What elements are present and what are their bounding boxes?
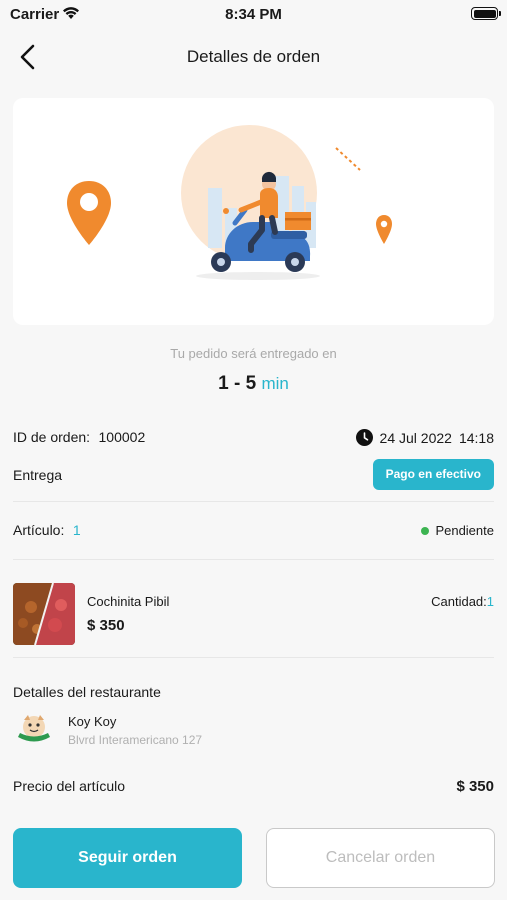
item-price-row: Precio del artículo $ 350 — [13, 778, 494, 796]
delivery-row: Entrega Pago en efectivo — [13, 459, 494, 490]
delivery-illustration-card — [13, 98, 494, 325]
action-footer: Seguir orden Cancelar orden — [0, 818, 507, 900]
cancel-order-button[interactable]: Cancelar orden — [266, 828, 495, 888]
delivery-scooter-illustration — [67, 125, 392, 280]
clock: 8:34 PM — [225, 6, 282, 23]
status-bar: Carrier 8:34 PM — [0, 0, 507, 30]
eta-unit: min — [261, 374, 289, 393]
order-id-label: ID de orden: — [13, 429, 91, 445]
quantity-label: Cantidad: — [431, 594, 487, 609]
order-status: Pendiente — [421, 523, 494, 538]
order-id-value: 100002 — [98, 429, 146, 445]
divider — [13, 559, 494, 560]
divider — [13, 657, 494, 658]
status-dot-icon — [421, 526, 430, 535]
page-title: Detalles de orden — [186, 47, 321, 66]
item-price: $ 350 — [87, 617, 125, 634]
order-time: 14:18 — [458, 429, 494, 446]
restaurant-address: Blvrd Interamericano 127 — [68, 733, 203, 747]
payment-method-badge: Pago en efectivo — [372, 459, 494, 490]
article-count: 1 — [72, 522, 81, 538]
restaurant-name: Koy Koy — [68, 714, 117, 729]
clock-icon — [355, 429, 373, 446]
eta-value: 1 - 5 min — [0, 373, 507, 395]
item-name: Cochinita Pibil — [87, 594, 170, 609]
divider — [13, 501, 494, 502]
article-label: Artículo: — [13, 522, 65, 538]
eta-label: Tu pedido será entregado en — [170, 346, 337, 361]
quantity-value: 1 — [486, 594, 494, 609]
location-pin-small-icon — [376, 215, 392, 244]
item-price-total: $ 350 — [456, 778, 494, 795]
restaurant-logo — [15, 710, 53, 748]
item-price-label: Precio del artículo — [13, 778, 126, 794]
order-id-row: ID de orden: 100002 24 Jul 2022 14:18 — [13, 429, 494, 447]
nav-bar: Detalles de orden — [0, 30, 507, 86]
location-pin-large-icon — [67, 181, 111, 245]
track-order-button[interactable]: Seguir orden — [13, 828, 242, 888]
item-thumbnail — [13, 583, 75, 645]
order-date: 24 Jul 2022 — [379, 429, 452, 446]
eta-range: 1 - 5 — [218, 373, 257, 394]
status-text: Pendiente — [435, 523, 494, 538]
order-datetime: 24 Jul 2022 14:18 — [355, 429, 494, 446]
article-row: Artículo: 1 Pendiente — [13, 522, 494, 540]
item-quantity: Cantidad:1 — [431, 594, 494, 609]
delivery-label: Entrega — [13, 467, 63, 483]
restaurant-section-title: Detalles del restaurante — [13, 684, 161, 700]
battery-icon — [471, 7, 501, 20]
